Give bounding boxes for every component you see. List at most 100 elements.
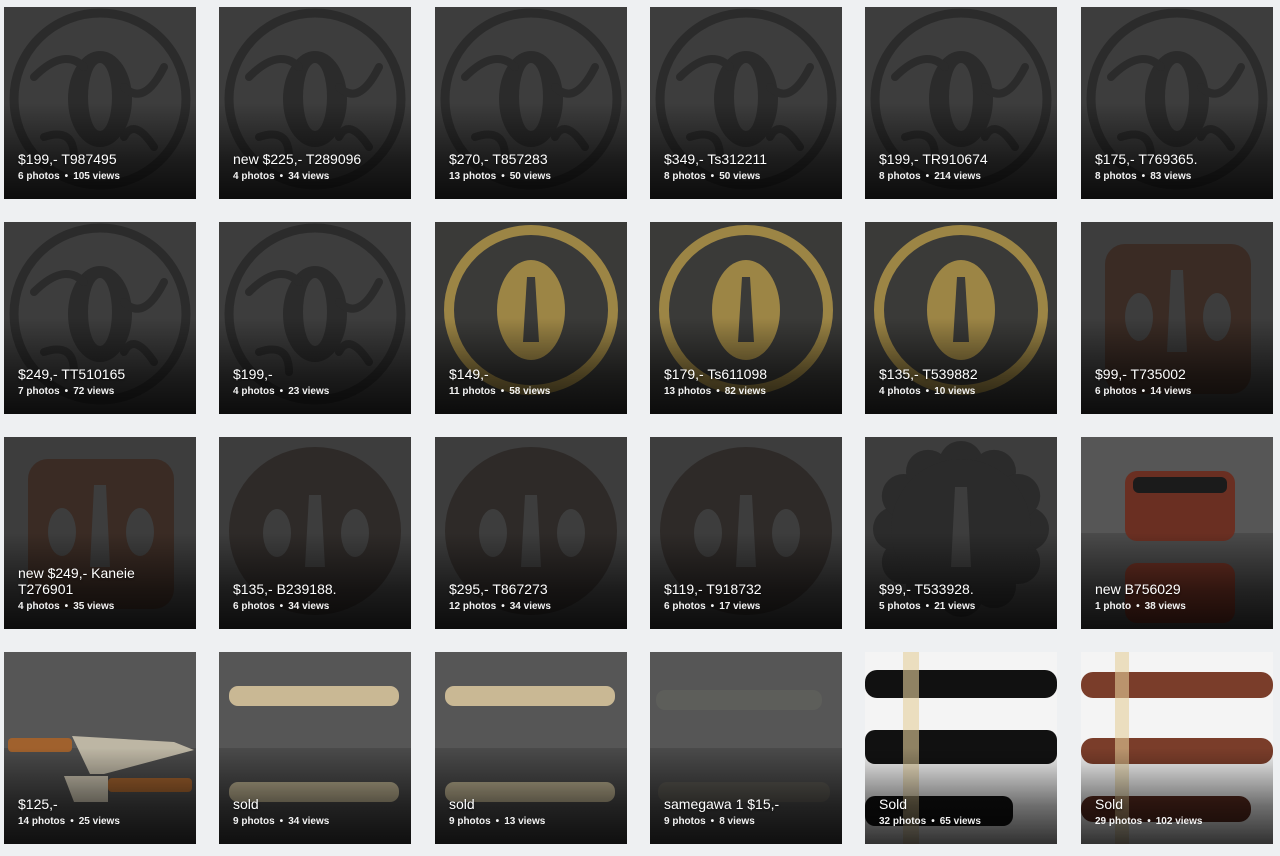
tile-caption: $135,- T539882 4 photos • 10 views (879, 366, 1049, 398)
view-count: 65 views (939, 816, 981, 827)
photo-tile[interactable]: new B756029 1 photo • 38 views (1081, 437, 1273, 629)
photo-tile[interactable]: $119,- T918732 6 photos • 17 views (650, 437, 842, 629)
tile-title: $295,- T867273 (449, 581, 548, 597)
view-count: 17 views (719, 601, 761, 612)
tile-caption: $119,- T918732 6 photos • 17 views (664, 581, 834, 613)
tile-stats: 6 photos • 105 views (18, 171, 188, 183)
separator-dot: • (1147, 816, 1151, 827)
tile-caption: $149,- 11 photos • 58 views (449, 366, 619, 398)
tile-title: $119,- T918732 (664, 581, 762, 597)
separator-dot: • (925, 171, 930, 182)
tile-title: $179,- Ts611098 (664, 366, 768, 382)
tile-stats: 13 photos • 50 views (449, 171, 619, 183)
view-count: 35 views (73, 601, 115, 612)
photo-tile[interactable]: sold 9 photos • 13 views (435, 652, 627, 844)
photo-count: 6 photos (233, 601, 275, 612)
photo-tile[interactable]: sold 9 photos • 34 views (219, 652, 411, 844)
separator-dot: • (500, 386, 505, 397)
photo-tile[interactable]: $199,- T987495 6 photos • 105 views (4, 7, 196, 199)
tile-title: Sold (1095, 796, 1124, 812)
tile-title: Sold (879, 796, 908, 812)
tile-title: samegawa 1 $15,- (664, 796, 780, 812)
tile-caption: sold 9 photos • 34 views (233, 796, 403, 828)
photo-count: 9 photos (233, 816, 275, 827)
photo-tile[interactable]: $199,- 4 photos • 23 views (219, 222, 411, 414)
photo-count: 4 photos (233, 386, 275, 397)
photo-tile[interactable]: $135,- B239188. 6 photos • 34 views (219, 437, 411, 629)
tile-caption: $179,- Ts611098 13 photos • 82 views (664, 366, 834, 398)
separator-dot: • (925, 601, 930, 612)
tile-title: $349,- Ts312211 (664, 151, 768, 167)
photo-tile[interactable]: $175,- T769365. 8 photos • 83 views (1081, 7, 1273, 199)
tile-stats: 1 photo • 38 views (1095, 601, 1265, 613)
tile-caption: $135,- B239188. 6 photos • 34 views (233, 581, 403, 613)
view-count: 38 views (1144, 601, 1186, 612)
tile-title: $99,- T533928. (879, 581, 974, 597)
photo-tile[interactable]: $295,- T867273 12 photos • 34 views (435, 437, 627, 629)
tile-title: $270,- T857283 (449, 151, 548, 167)
photo-count: 8 photos (879, 171, 921, 182)
photo-tile[interactable]: $99,- T533928. 5 photos • 21 views (865, 437, 1057, 629)
tile-stats: 6 photos • 17 views (664, 601, 834, 613)
tile-title: $125,- (18, 796, 58, 812)
separator-dot: • (279, 171, 284, 182)
photo-tile[interactable]: $249,- TT510165 7 photos • 72 views (4, 222, 196, 414)
separator-dot: • (501, 601, 505, 612)
tile-stats: 13 photos • 82 views (664, 386, 834, 398)
photo-tile[interactable]: $179,- Ts611098 13 photos • 82 views (650, 222, 842, 414)
separator-dot: • (1136, 601, 1140, 612)
separator-dot: • (710, 816, 715, 827)
photo-tile[interactable]: $270,- T857283 13 photos • 50 views (435, 7, 627, 199)
photo-count: 14 photos (18, 816, 66, 827)
tile-caption: $99,- T735002 6 photos • 14 views (1095, 366, 1265, 398)
tile-title: new B756029 (1095, 581, 1181, 597)
photo-tile[interactable]: $349,- Ts312211 8 photos • 50 views (650, 7, 842, 199)
photo-tile[interactable]: $99,- T735002 6 photos • 14 views (1081, 222, 1273, 414)
photo-tile[interactable]: $199,- TR910674 8 photos • 214 views (865, 7, 1057, 199)
photo-tile[interactable]: $125,- 14 photos • 25 views (4, 652, 196, 844)
view-count: 105 views (73, 171, 120, 182)
photo-tile[interactable]: new $249,- Kaneie T276901 4 photos • 35 vie… (4, 437, 196, 629)
tile-stats: 6 photos • 14 views (1095, 386, 1265, 398)
view-count: 23 views (288, 386, 330, 397)
view-count: 83 views (1150, 171, 1192, 182)
tile-title: $135,- B239188. (233, 581, 337, 597)
tile-title: $149,- (449, 366, 489, 382)
photo-count: 4 photos (879, 386, 921, 397)
tile-caption: sold 9 photos • 13 views (449, 796, 619, 828)
tile-caption: $199,- T987495 6 photos • 105 views (18, 151, 188, 183)
tile-stats: 9 photos • 13 views (449, 816, 619, 828)
view-count: 34 views (288, 171, 330, 182)
photo-tile[interactable]: samegawa 1 $15,- 9 photos • 8 views (650, 652, 842, 844)
photo-count: 9 photos (664, 816, 706, 827)
photo-tile[interactable]: $149,- 11 photos • 58 views (435, 222, 627, 414)
tile-title: $199,- T987495 (18, 151, 117, 167)
tile-stats: 14 photos • 25 views (18, 816, 188, 828)
photo-count: 4 photos (233, 171, 275, 182)
photo-count: 12 photos (449, 601, 497, 612)
separator-dot: • (716, 386, 720, 397)
photo-count: 6 photos (664, 601, 706, 612)
photo-count: 7 photos (18, 386, 60, 397)
separator-dot: • (64, 386, 69, 397)
view-count: 214 views (934, 171, 981, 182)
tile-title: new $225,- T289096 (233, 151, 362, 167)
photo-tile[interactable]: Sold 29 photos • 102 views (1081, 652, 1273, 844)
tile-caption: $99,- T533928. 5 photos • 21 views (879, 581, 1049, 613)
tile-title: sold (233, 796, 259, 812)
view-count: 82 views (724, 386, 766, 397)
tile-caption: new B756029 1 photo • 38 views (1095, 581, 1265, 613)
separator-dot: • (279, 601, 284, 612)
tile-caption: new $249,- Kaneie T276901 4 photos • 35 vie… (18, 565, 188, 613)
tile-stats: 5 photos • 21 views (879, 601, 1049, 613)
tile-title: $199,- (233, 366, 273, 382)
view-count: 21 views (934, 601, 976, 612)
separator-dot: • (279, 816, 284, 827)
photo-tile[interactable]: Sold 32 photos • 65 views (865, 652, 1057, 844)
separator-dot: • (1141, 171, 1146, 182)
tile-stats: 8 photos • 50 views (664, 171, 834, 183)
photo-tile[interactable]: $135,- T539882 4 photos • 10 views (865, 222, 1057, 414)
photo-tile[interactable]: new $225,- T289096 4 photos • 34 views (219, 7, 411, 199)
tile-stats: 4 photos • 23 views (233, 386, 403, 398)
tile-stats: 11 photos • 58 views (449, 386, 619, 398)
